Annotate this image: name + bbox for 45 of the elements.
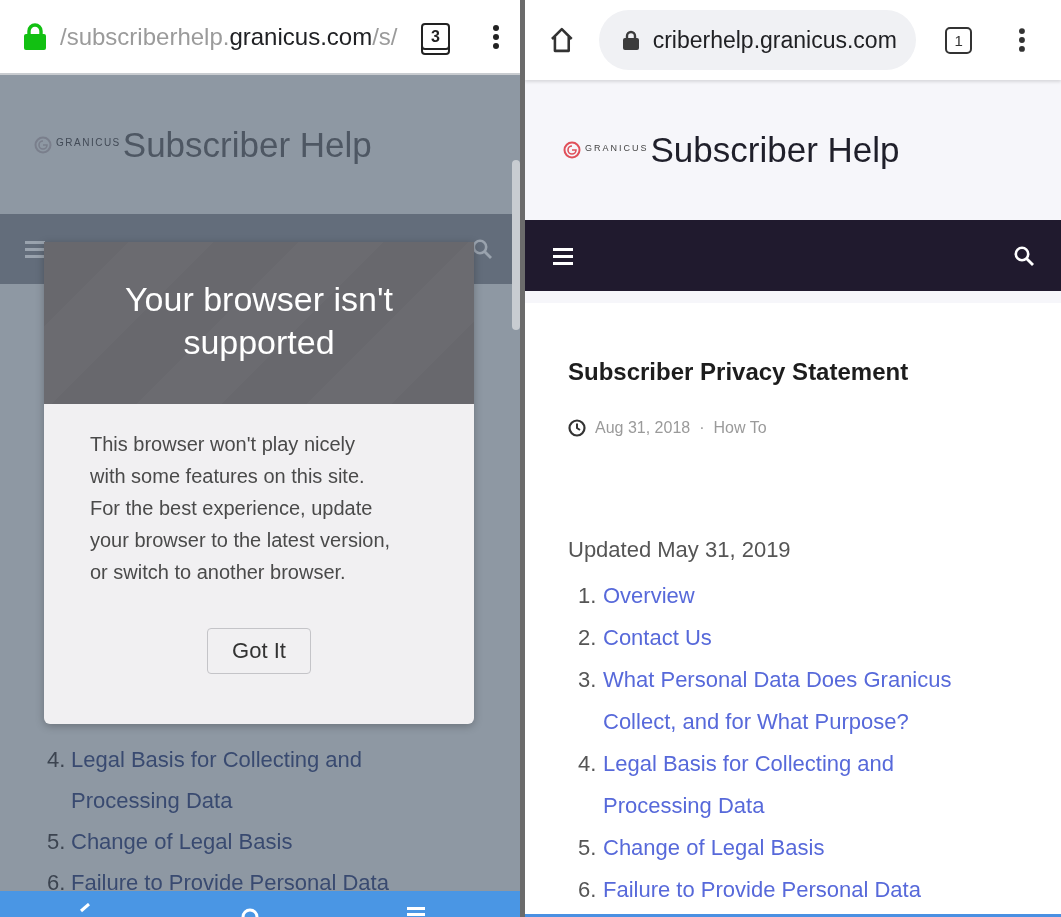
list-number: 2. bbox=[578, 624, 598, 652]
home-icon[interactable] bbox=[549, 27, 575, 53]
address-field[interactable]: criberhelp.granicus.com bbox=[598, 10, 917, 70]
lock-icon bbox=[622, 30, 639, 50]
list-number: 5. bbox=[578, 834, 598, 862]
updated-text: Updated May 31, 2019 bbox=[568, 536, 792, 564]
site-title: Subscriber Help bbox=[122, 124, 372, 165]
list-number: 1. bbox=[578, 582, 598, 610]
url-text[interactable]: /subscriberhelp.granicus.com/s/ bbox=[60, 22, 407, 51]
logo-text: GRANICUS bbox=[585, 143, 649, 153]
url-text: criberhelp.granicus.com bbox=[652, 26, 897, 54]
menu-icon[interactable] bbox=[553, 246, 573, 265]
toc-link[interactable]: Overview bbox=[603, 575, 695, 617]
lock-icon bbox=[24, 23, 46, 50]
list-number: 6. bbox=[47, 869, 67, 891]
more-options-icon[interactable] bbox=[1018, 27, 1026, 53]
toc-link[interactable]: Failure to Provide Personal Data bbox=[71, 862, 389, 891]
list-number: 4. bbox=[47, 746, 67, 774]
got-it-button[interactable]: Got It bbox=[207, 628, 311, 674]
logo-icon bbox=[34, 135, 52, 154]
article-title: Subscriber Privacy Statement bbox=[568, 357, 910, 387]
tab-switcher-button[interactable]: 1 bbox=[945, 26, 973, 54]
more-options-icon[interactable] bbox=[492, 23, 500, 50]
list-number: 3. bbox=[578, 666, 598, 694]
dialog-message: This browser won't play nicely with some features on this site. For the best experience, update your browser to the latest version, or switch to another browser. bbox=[89, 432, 392, 585]
toc-link[interactable]: Change of Legal Basis bbox=[71, 821, 293, 862]
category-link[interactable]: How To bbox=[713, 419, 767, 437]
toc-link[interactable]: Legal Basis for Collecting and Processing Data bbox=[71, 739, 387, 821]
site-title: Subscriber Help bbox=[650, 130, 900, 170]
toc-link[interactable]: Change of Legal Basis bbox=[603, 827, 825, 869]
date-text: Aug 31, 2018 bbox=[595, 419, 691, 437]
toc-link[interactable]: Legal Basis for Collecting and Processing Data bbox=[603, 743, 978, 827]
logo-icon bbox=[563, 141, 581, 159]
toc-link[interactable]: Contact Us bbox=[603, 617, 712, 659]
toc-link[interactable]: Failure to Provide Personal Data bbox=[603, 869, 921, 911]
toc-link[interactable]: What Personal Data Does Granicus Collect, and for What Purpose? bbox=[603, 659, 978, 743]
search-icon[interactable] bbox=[1014, 245, 1034, 266]
scroll-thumb[interactable] bbox=[512, 160, 520, 330]
list-number: 6. bbox=[578, 876, 598, 904]
clock-icon bbox=[568, 419, 586, 437]
list-number: 4. bbox=[578, 750, 598, 778]
dialog-title: Your browser isn't supported bbox=[124, 279, 394, 363]
list-number: 5. bbox=[47, 828, 67, 856]
logo-text: GRANICUS bbox=[56, 137, 121, 148]
separator-dot: · bbox=[699, 419, 705, 437]
